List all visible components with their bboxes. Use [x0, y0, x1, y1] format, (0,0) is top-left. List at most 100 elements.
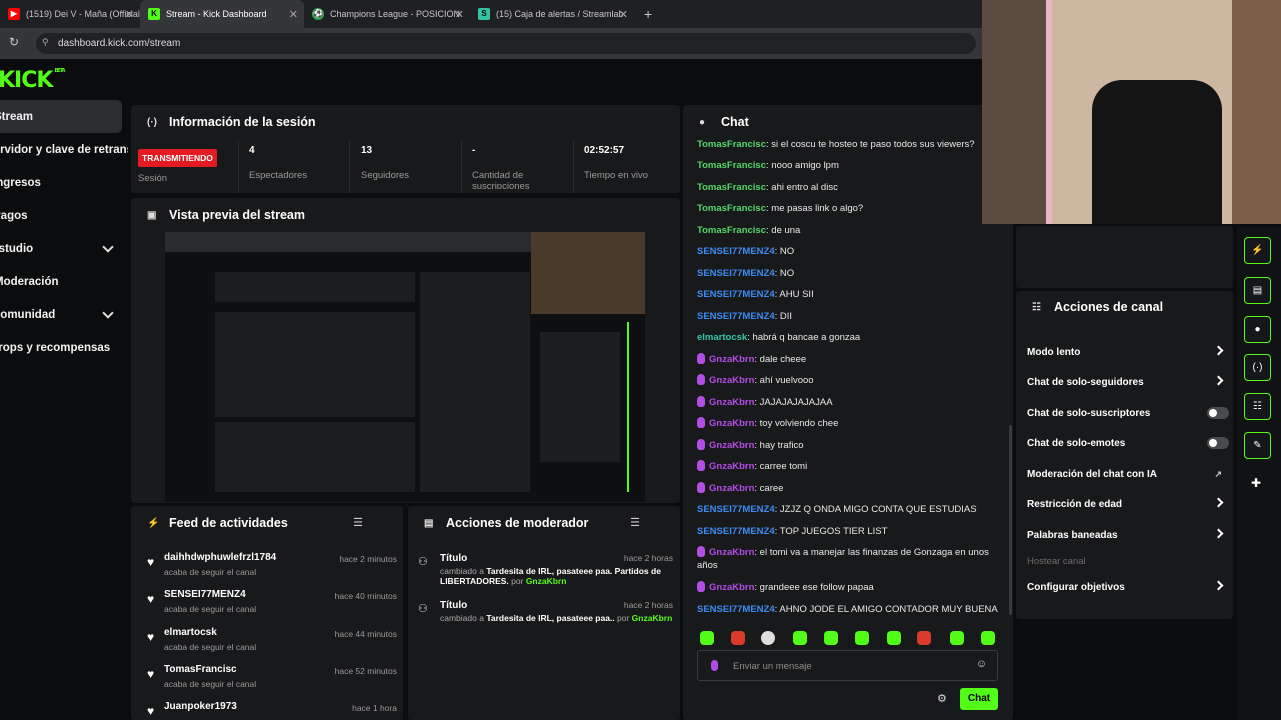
sidebar-item-label: Stream	[0, 110, 33, 123]
chat-input[interactable]: Enviar un mensaje ☺	[697, 650, 998, 681]
chat-scrollbar[interactable]	[1009, 425, 1012, 615]
chat-username[interactable]: GnzaKbrn	[709, 582, 754, 593]
chat-username[interactable]: GnzaKbrn	[709, 375, 754, 386]
settings-gear-icon[interactable]: ⚙	[937, 692, 947, 705]
close-icon[interactable]: ✕	[125, 8, 134, 21]
detail-moderator[interactable]: GnzaKbrn	[526, 576, 567, 586]
emote-icon[interactable]	[917, 631, 931, 645]
video-rail	[627, 322, 637, 492]
chat-send-button[interactable]: Chat	[960, 688, 998, 710]
broadcast-icon: (·)	[147, 116, 157, 128]
feed-user[interactable]: Juanpoker1973	[164, 701, 237, 712]
kick-logo[interactable]: KICK BETA	[0, 68, 66, 93]
sidebar-item-stream[interactable]: Stream	[0, 100, 122, 133]
chevron-right-icon	[1213, 528, 1224, 539]
chat-username[interactable]: TomasFrancisc	[697, 160, 766, 171]
sidebar-item-studio[interactable]: Estudio	[0, 232, 128, 265]
action-subscribers-only[interactable]: Chat de solo-suscriptores	[1027, 407, 1229, 419]
filter-icon[interactable]: ☰	[630, 516, 640, 529]
chat-username[interactable]: SENSEI77MENZ4	[697, 289, 775, 300]
chat-message: SENSEI77MENZ4: JZJZ Q ONDA MIGO CONTA QU…	[697, 503, 982, 516]
action-age-restriction[interactable]: Restricción de edad	[1027, 497, 1224, 510]
chat-username[interactable]: elmartocsk	[697, 332, 747, 343]
action-emotes-only[interactable]: Chat de solo-emotes	[1027, 437, 1229, 449]
close-icon[interactable]: ✕	[619, 8, 628, 21]
wrench-icon[interactable]: ✎	[1244, 432, 1271, 459]
stream-video[interactable]	[165, 232, 645, 502]
sliders-icon[interactable]: ☷	[1244, 393, 1271, 420]
microphone-badge-icon	[697, 417, 705, 428]
panel-header: ● Chat	[683, 105, 1013, 139]
close-icon[interactable]: ✕	[289, 8, 298, 21]
document-icon[interactable]: ▤	[1244, 277, 1271, 304]
emote-icon[interactable]	[700, 631, 714, 645]
emote-icon[interactable]	[981, 631, 995, 645]
toggle-switch[interactable]	[1207, 437, 1229, 449]
close-icon[interactable]: ✕	[455, 8, 464, 21]
emoji-icon[interactable]: ☺	[976, 658, 987, 670]
sidebar-item-community[interactable]: Comunidad	[0, 298, 128, 331]
site-info-icon[interactable]: ⚲	[42, 37, 49, 48]
broadcast-icon[interactable]: (·)	[1244, 354, 1271, 381]
emote-icon[interactable]	[761, 631, 775, 645]
tab-kick-dashboard[interactable]: K Stream - Kick Dashboard ✕	[140, 0, 304, 28]
action-followers-only[interactable]: Chat de solo-seguidores	[1027, 375, 1224, 388]
chat-username[interactable]: SENSEI77MENZ4	[697, 246, 775, 257]
action-banned-words[interactable]: Palabras baneadas	[1027, 528, 1224, 541]
user-edit-icon: ⚇	[418, 556, 428, 568]
chat-username[interactable]: SENSEI77MENZ4	[697, 504, 775, 515]
chat-username[interactable]: SENSEI77MENZ4	[697, 526, 775, 537]
feed-time: hace 40 minutos	[334, 591, 397, 601]
chat-username[interactable]: SENSEI77MENZ4	[697, 604, 775, 615]
detail-moderator[interactable]: GnzaKbrn	[632, 613, 673, 623]
add-widget-icon[interactable]: ✚	[1251, 476, 1261, 490]
feed-user[interactable]: TomasFrancisc	[164, 664, 237, 675]
emote-icon[interactable]	[887, 631, 901, 645]
lightning-icon[interactable]: ⚡	[1244, 237, 1271, 264]
video-session-box	[215, 272, 415, 302]
chat-username[interactable]: TomasFrancisc	[697, 182, 766, 193]
emote-icon[interactable]	[855, 631, 869, 645]
chat-username[interactable]: GnzaKbrn	[709, 547, 754, 558]
action-ai-moderation[interactable]: Moderación del chat con IA ↗	[1027, 469, 1222, 480]
url-field[interactable]: ⚲ dashboard.kick.com/stream	[36, 33, 976, 54]
chat-username[interactable]: TomasFrancisc	[697, 225, 766, 236]
reload-icon[interactable]: ↻	[9, 35, 19, 49]
tab-streamlabs[interactable]: S (15) Caja de alertas / Streamlab ✕	[470, 0, 634, 28]
action-slow-mode[interactable]: Modo lento	[1027, 345, 1224, 358]
chat-username[interactable]: GnzaKbrn	[709, 354, 754, 365]
divider	[349, 141, 350, 193]
chat-username[interactable]: GnzaKbrn	[709, 440, 754, 451]
stat-label: Sesión	[138, 173, 168, 184]
chat-username[interactable]: SENSEI77MENZ4	[697, 268, 775, 279]
feed-user[interactable]: SENSEI77MENZ4	[164, 589, 246, 600]
emote-icon[interactable]	[793, 631, 807, 645]
toggle-switch[interactable]	[1207, 407, 1229, 419]
sidebar-item-payments[interactable]: Pagos	[0, 199, 128, 232]
microphone-badge-icon	[697, 581, 705, 592]
chat-username[interactable]: SENSEI77MENZ4	[697, 311, 775, 322]
chat-username[interactable]: TomasFrancisc	[697, 203, 766, 214]
chevron-right-icon	[1213, 580, 1224, 591]
chat-bubble-icon[interactable]: ●	[1244, 316, 1271, 343]
new-tab-button[interactable]: +	[636, 0, 660, 28]
emote-icon[interactable]	[824, 631, 838, 645]
chat-username[interactable]: GnzaKbrn	[709, 461, 754, 472]
tab-champions[interactable]: ⚽ Champions League - POSICION ✕	[304, 0, 470, 28]
chat-username[interactable]: GnzaKbrn	[709, 418, 754, 429]
filter-icon[interactable]: ☰	[353, 516, 363, 529]
chat-username[interactable]: GnzaKbrn	[709, 397, 754, 408]
tab-youtube[interactable]: ▶ (1519) Dei V - Maña (Official Vi ✕	[0, 0, 140, 28]
chat-username[interactable]: TomasFrancisc	[697, 139, 766, 150]
emote-icon[interactable]	[731, 631, 745, 645]
feed-user[interactable]: elmartocsk	[164, 627, 217, 638]
sidebar-item-moderation[interactable]: Moderación	[0, 265, 128, 298]
sidebar-item-server-key[interactable]: Servidor y clave de retransmisión	[0, 133, 128, 166]
action-configure-goals[interactable]: Configurar objetivos	[1027, 580, 1224, 593]
sidebar-item-drops[interactable]: Drops y recompensas	[0, 331, 128, 364]
sidebar-item-income[interactable]: Ingresos	[0, 166, 128, 199]
feed-user[interactable]: daihhdwphuwlefrzl1784	[164, 552, 276, 563]
emote-icon[interactable]	[950, 631, 964, 645]
chat-username[interactable]: GnzaKbrn	[709, 483, 754, 494]
action-label: Chat de solo-suscriptores	[1027, 408, 1151, 419]
